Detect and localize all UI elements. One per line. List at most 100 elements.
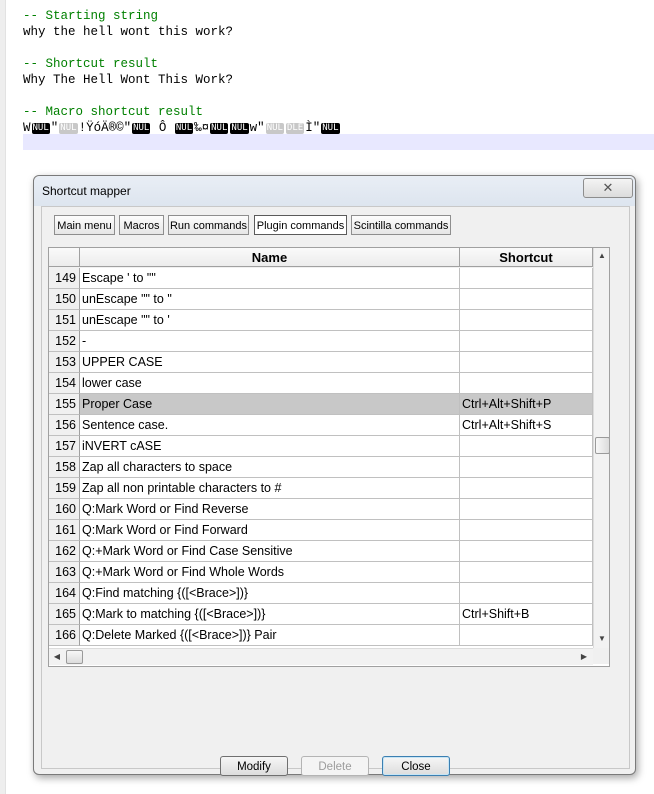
macro-text: ‰¤ [194, 121, 210, 135]
horizontal-scroll-thumb[interactable] [66, 650, 83, 664]
horizontal-scrollbar[interactable]: ◀ ▶ [49, 648, 593, 665]
row-number: 155 [49, 394, 80, 415]
delete-button[interactable]: Delete [301, 756, 369, 776]
vertical-scroll-thumb[interactable] [595, 437, 609, 454]
control-char-badge: NUL [230, 123, 249, 134]
shortcut-cell: Ctrl+Alt+Shift+S [460, 415, 593, 436]
command-name: Zap all characters to space [80, 457, 460, 478]
command-name: Q:+Mark Word or Find Whole Words [80, 562, 460, 583]
tab-macros[interactable]: Macros [119, 215, 164, 235]
vertical-scrollbar[interactable]: ▲ ▼ [593, 248, 609, 648]
table-row[interactable]: 155 Proper Case Ctrl+Alt+Shift+P [49, 394, 593, 415]
tab-main-menu[interactable]: Main menu [54, 215, 115, 235]
table-row[interactable]: 152- [49, 331, 593, 352]
table-row[interactable]: 159 Zap all non printable characters to # [49, 478, 593, 499]
shortcut-cell [460, 520, 593, 541]
control-char-badge: DLE [285, 123, 305, 134]
control-char-badge: NUL [132, 123, 151, 134]
column-header-shortcut[interactable]: Shortcut [460, 248, 593, 267]
shortcut-cell [460, 268, 593, 289]
shortcut-cell [460, 436, 593, 457]
table-row[interactable]: 165 Q:Mark to matching {([<Brace>])} Ctrl+… [49, 604, 593, 625]
row-number: 166 [49, 625, 80, 646]
command-name: unEscape "" to " [80, 289, 460, 310]
table-row[interactable]: 153 UPPER CASE [49, 352, 593, 373]
scroll-right-icon[interactable]: ▶ [576, 649, 592, 665]
command-name: iNVERT cASE [80, 436, 460, 457]
dialog-title: Shortcut mapper [42, 184, 131, 198]
control-char-badge: NUL [174, 123, 194, 134]
close-icon[interactable]: ✕ [583, 178, 633, 198]
row-number: 161 [49, 520, 80, 541]
grid-header: Name Shortcut [49, 248, 593, 268]
shortcut-result-line: Why The Hell Wont This Work? [23, 73, 234, 87]
table-row[interactable]: 162 Q:+Mark Word or Find Case Sensitive [49, 541, 593, 562]
table-row[interactable]: 154 lower case [49, 373, 593, 394]
tab-scintilla-commands[interactable]: Scintilla commands [351, 215, 451, 235]
shortcut-cell [460, 310, 593, 331]
dialog-titlebar[interactable]: Shortcut mapper ✕ [34, 176, 635, 206]
row-number: 159 [49, 478, 80, 499]
comment-macro-result: -- Macro shortcut result [23, 105, 204, 119]
shortcut-cell: Ctrl+Shift+B [460, 604, 593, 625]
macro-text: W [23, 121, 31, 135]
table-row[interactable]: 149 Escape ' to "" [49, 268, 593, 289]
command-name: Zap all non printable characters to # [80, 478, 460, 499]
control-char-badge: NUL [321, 123, 340, 134]
macro-text: Ô [151, 121, 174, 135]
scroll-down-icon[interactable]: ▼ [594, 631, 609, 647]
row-number: 152 [49, 331, 80, 352]
scroll-left-icon[interactable]: ◀ [49, 649, 65, 665]
table-row[interactable]: 151 unEscape "" to ' [49, 310, 593, 331]
row-number: 156 [49, 415, 80, 436]
table-row[interactable]: 166 Q:Delete Marked {([<Brace>])} Pair [49, 625, 593, 646]
table-row[interactable]: 157 iNVERT cASE [49, 436, 593, 457]
command-name: Q:Delete Marked {([<Brace>])} Pair [80, 625, 460, 646]
shortcut-cell [460, 289, 593, 310]
table-row[interactable]: 158 Zap all characters to space [49, 457, 593, 478]
shortcut-cell [460, 625, 593, 646]
row-number: 157 [49, 436, 80, 457]
shortcut-grid[interactable]: Name Shortcut 149 Escape ' to "" 150 unEsca… [48, 247, 610, 667]
close-button[interactable]: Close [382, 756, 450, 776]
macro-text: !ŸóÄ®©" [78, 121, 132, 135]
control-char-badge: NUL [265, 123, 284, 134]
row-number: 151 [49, 310, 80, 331]
table-row[interactable]: 161 Q:Mark Word or Find Forward [49, 520, 593, 541]
command-name: Q:+Mark Word or Find Case Sensitive [80, 541, 460, 562]
macro-text: Ì" [305, 121, 321, 135]
row-number: 163 [49, 562, 80, 583]
shortcut-cell [460, 457, 593, 478]
row-number: 153 [49, 352, 80, 373]
scroll-corner [593, 648, 609, 664]
table-row[interactable]: 164 Q:Find matching {([<Brace>])} [49, 583, 593, 604]
shortcut-cell [460, 562, 593, 583]
table-row[interactable]: 150 unEscape "" to " [49, 289, 593, 310]
macro-text: " [50, 121, 59, 135]
control-char-badge: NUL [31, 123, 50, 134]
shortcut-cell [460, 541, 593, 562]
editor-gutter [0, 0, 6, 794]
command-name: Sentence case. [80, 415, 460, 436]
table-row[interactable]: 163 Q:+Mark Word or Find Whole Words [49, 562, 593, 583]
tab-plugin-commands[interactable]: Plugin commands [254, 215, 347, 235]
command-name: lower case [80, 373, 460, 394]
column-header-name[interactable]: Name [80, 248, 460, 267]
command-name: Escape ' to "" [80, 268, 460, 289]
command-name: UPPER CASE [80, 352, 460, 373]
control-char-badge: NUL [59, 123, 78, 134]
row-number: 162 [49, 541, 80, 562]
table-row[interactable]: 156 Sentence case. Ctrl+Alt+Shift+S [49, 415, 593, 436]
modify-button[interactable]: Modify [220, 756, 288, 776]
tab-run-commands[interactable]: Run commands [168, 215, 249, 235]
command-name: Q:Mark to matching {([<Brace>])} [80, 604, 460, 625]
row-number: 154 [49, 373, 80, 394]
command-name: Q:Mark Word or Find Forward [80, 520, 460, 541]
table-row[interactable]: 160 Q:Mark Word or Find Reverse [49, 499, 593, 520]
row-number: 150 [49, 289, 80, 310]
command-name: - [80, 331, 460, 352]
scroll-up-icon[interactable]: ▲ [594, 248, 609, 264]
shortcut-cell [460, 352, 593, 373]
macro-text: w" [249, 121, 265, 135]
shortcut-cell [460, 499, 593, 520]
